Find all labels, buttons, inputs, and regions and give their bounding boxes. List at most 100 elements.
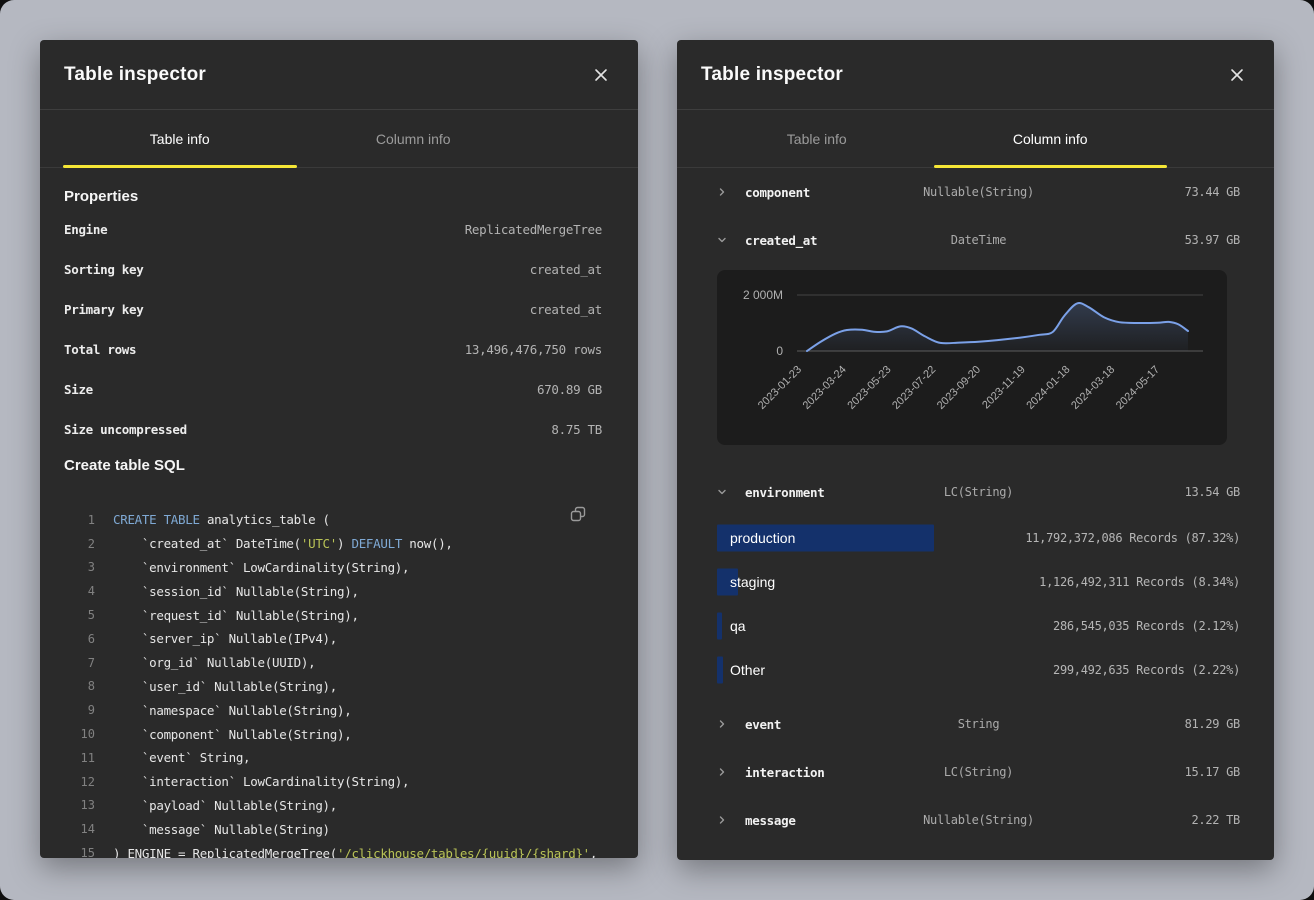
sql-text: `event` String, (113, 750, 250, 765)
create-table-sql-heading: Create table SQL (64, 457, 602, 474)
property-label: Size (64, 382, 93, 397)
property-value: 670.89 GB (537, 382, 602, 397)
sql-code-line: 7 `org_id` Nullable(UUID), (64, 651, 602, 675)
properties-heading: Properties (64, 188, 602, 205)
chevron-right-icon (717, 767, 727, 777)
sql-token: ) (337, 536, 351, 551)
tab-table-info[interactable]: Table info (700, 110, 934, 167)
sql-token: `user_id` Nullable(String), (113, 679, 337, 694)
column-row-component[interactable]: componentNullable(String)73.44 GB (717, 168, 1240, 216)
line-number: 9 (64, 703, 95, 717)
x-tick-label: 2023-03-24 (801, 364, 849, 412)
sql-text: ) ENGINE = ReplicatedMergeTree('/clickho… (113, 846, 597, 858)
property-row: EngineReplicatedMergeTree (64, 209, 602, 249)
chevron-cell (717, 187, 745, 197)
property-value: created_at (530, 262, 602, 277)
sql-code-line: 14 `message` Nullable(String) (64, 817, 602, 841)
sql-code-line: 11 `event` String, (64, 746, 602, 770)
chevron-down-icon (717, 487, 727, 497)
column-name: created_at (745, 233, 817, 248)
property-value: 13,496,476,750 rows (465, 342, 602, 357)
sql-text: `org_id` Nullable(UUID), (113, 655, 315, 670)
value-records: 286,545,035 Records (2.12%) (1053, 619, 1240, 633)
table-inspector-dialog-left: Table inspector Table info Column info P… (40, 40, 638, 858)
x-tick-label: 2023-07-22 (890, 364, 938, 412)
created-at-area-chart: 2 000M02023-01-232023-03-242023-05-23202… (717, 270, 1227, 445)
column-info-body: componentNullable(String)73.44 GBcreated… (677, 168, 1274, 844)
column-type: Nullable(String) (923, 185, 1034, 199)
chevron-cell (717, 487, 745, 497)
value-bar (717, 657, 723, 684)
sql-token: now(), (402, 536, 453, 551)
sql-code-line: 5 `request_id` Nullable(String), (64, 603, 602, 627)
sql-code-line: 3 `environment` LowCardinality(String), (64, 556, 602, 580)
copy-icon (569, 505, 587, 523)
line-number: 10 (64, 727, 95, 741)
sql-token: 'UTC' (301, 536, 337, 551)
column-size: 53.97 GB (1185, 233, 1240, 247)
sql-code-line: 13 `payload` Nullable(String), (64, 794, 602, 818)
sql-token: `server_ip` Nullable(IPv4), (113, 631, 337, 646)
column-size: 2.22 TB (1192, 813, 1240, 827)
column-name: event (745, 717, 781, 732)
value-records: 299,492,635 Records (2.22%) (1053, 663, 1240, 677)
tab-column-info[interactable]: Column info (934, 110, 1168, 167)
table-inspector-dialog-right: Table inspector Table info Column info c… (677, 40, 1274, 860)
property-value: created_at (530, 302, 602, 317)
line-number: 1 (64, 513, 95, 527)
screenshot-stage: Table inspector Table info Column info P… (0, 0, 1314, 900)
column-row-created_at[interactable]: created_at DateTime 53.97 GB (717, 216, 1240, 264)
value-records: 1,126,492,311 Records (8.34%) (1039, 575, 1240, 589)
created-at-histogram-card: 2 000M02023-01-232023-03-242023-05-23202… (717, 270, 1227, 445)
environment-values-block: production11,792,372,086 Records (87.32%… (717, 516, 1240, 692)
column-row-interaction[interactable]: interactionLC(String)15.17 GB (717, 748, 1240, 796)
tab-table-info[interactable]: Table info (63, 110, 297, 167)
copy-button[interactable] (569, 505, 587, 526)
value-label: staging (730, 574, 775, 590)
line-number: 5 (64, 608, 95, 622)
dialog-title: Table inspector (701, 64, 843, 86)
sql-code-line: 1CREATE TABLE analytics_table ( (64, 508, 602, 532)
column-type: DateTime (951, 233, 1006, 247)
sql-token: , (590, 846, 597, 858)
column-size: 81.29 GB (1185, 717, 1240, 731)
value-label: qa (730, 618, 746, 634)
x-tick-label: 2023-11-19 (980, 364, 1028, 412)
property-value: ReplicatedMergeTree (465, 222, 602, 237)
sql-token: '/clickhouse/tables/{uuid}/{shard}' (337, 846, 590, 858)
sql-token: `created_at` DateTime( (113, 536, 301, 551)
sql-token: `org_id` Nullable(UUID), (113, 655, 315, 670)
close-button[interactable] (1226, 64, 1248, 86)
line-number: 3 (64, 560, 95, 574)
y-axis-label-zero: 0 (776, 344, 783, 358)
line-number: 8 (64, 679, 95, 693)
property-label: Sorting key (64, 262, 143, 277)
sql-code-line: 10 `component` Nullable(String), (64, 722, 602, 746)
chevron-cell (717, 815, 745, 825)
sql-code-block: 1CREATE TABLE analytics_table (2 `create… (64, 498, 602, 858)
sql-token: `message` Nullable(String) (113, 822, 330, 837)
column-type: LC(String) (944, 485, 1013, 499)
close-button[interactable] (590, 64, 612, 86)
chevron-right-icon (717, 815, 727, 825)
sql-code-line: 2 `created_at` DateTime('UTC') DEFAULT n… (64, 532, 602, 556)
line-number: 15 (64, 846, 95, 858)
value-records: 11,792,372,086 Records (87.32%) (1025, 531, 1240, 545)
tab-bar: Table info Column info (677, 110, 1274, 168)
column-row-event[interactable]: eventString81.29 GB (717, 700, 1240, 748)
column-name: message (745, 813, 796, 828)
property-label: Total rows (64, 342, 136, 357)
sql-token: ) ENGINE = ReplicatedMergeTree( (113, 846, 337, 858)
column-row-message[interactable]: messageNullable(String)2.22 TB (717, 796, 1240, 844)
sql-token: CREATE TABLE (113, 512, 200, 527)
sql-code-line: 12 `interaction` LowCardinality(String), (64, 770, 602, 794)
tab-column-info[interactable]: Column info (297, 110, 531, 167)
chevron-down-icon (717, 235, 727, 245)
column-row-left: interaction (717, 765, 891, 780)
sql-text: `created_at` DateTime('UTC') DEFAULT now… (113, 536, 453, 551)
value-row: qa 286,545,035 Records (2.12%) (717, 604, 1240, 648)
sql-token: `request_id` Nullable(String), (113, 608, 359, 623)
property-row: Sorting key created_at (64, 249, 602, 289)
column-row-environment[interactable]: environmentLC(String)13.54 GB (717, 468, 1240, 516)
properties-rows: EngineReplicatedMergeTree Sorting key crea… (64, 209, 602, 449)
